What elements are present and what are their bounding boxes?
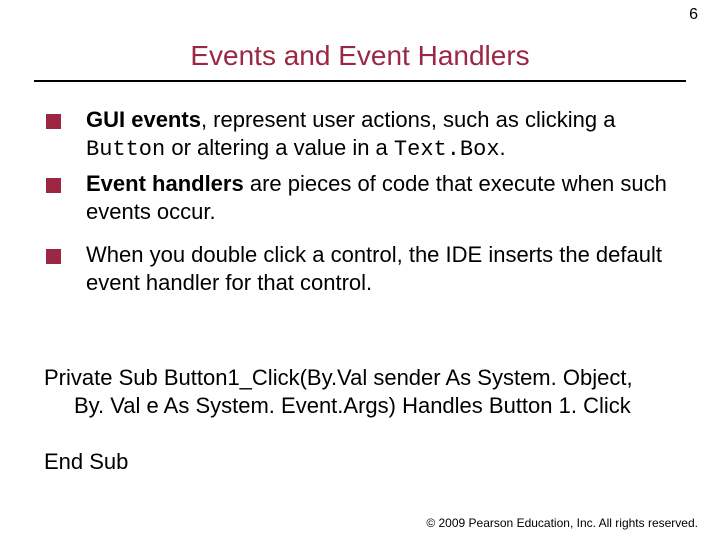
list-item: GUI events, represent user actions, such… [44,106,680,164]
list-item: Event handlers are pieces of code that e… [44,170,680,226]
code-line: End Sub [44,448,680,476]
text: When you double click a control, the IDE… [86,242,662,295]
text: or altering a value in a [165,135,394,160]
list-item: When you double click a control, the IDE… [44,241,680,297]
slide-title: Events and Event Handlers [0,40,720,72]
text-mono: Button [86,137,165,162]
text-bold: Event handlers [86,171,244,196]
text-mono: Text.Box [394,137,500,162]
code-line: Private Sub Button1_Click(By.Val sender … [44,364,680,392]
copyright-symbol-icon: © [426,516,435,530]
footer-copyright: © 2009 Pearson Education, Inc. All right… [426,516,698,530]
page-number: 6 [689,6,698,24]
bullet-list: GUI events, represent user actions, such… [44,106,680,303]
text: . [500,135,506,160]
text-bold: GUI events [86,107,201,132]
title-rule [34,80,686,82]
slide: 6 Events and Event Handlers GUI events, … [0,0,720,540]
text: , represent user actions, such as clicki… [201,107,616,132]
footer-text: 2009 Pearson Education, Inc. All rights … [435,516,698,530]
code-block: Private Sub Button1_Click(By.Val sender … [44,364,680,476]
code-line: By. Val e As System. Event.Args) Handles… [44,392,680,420]
